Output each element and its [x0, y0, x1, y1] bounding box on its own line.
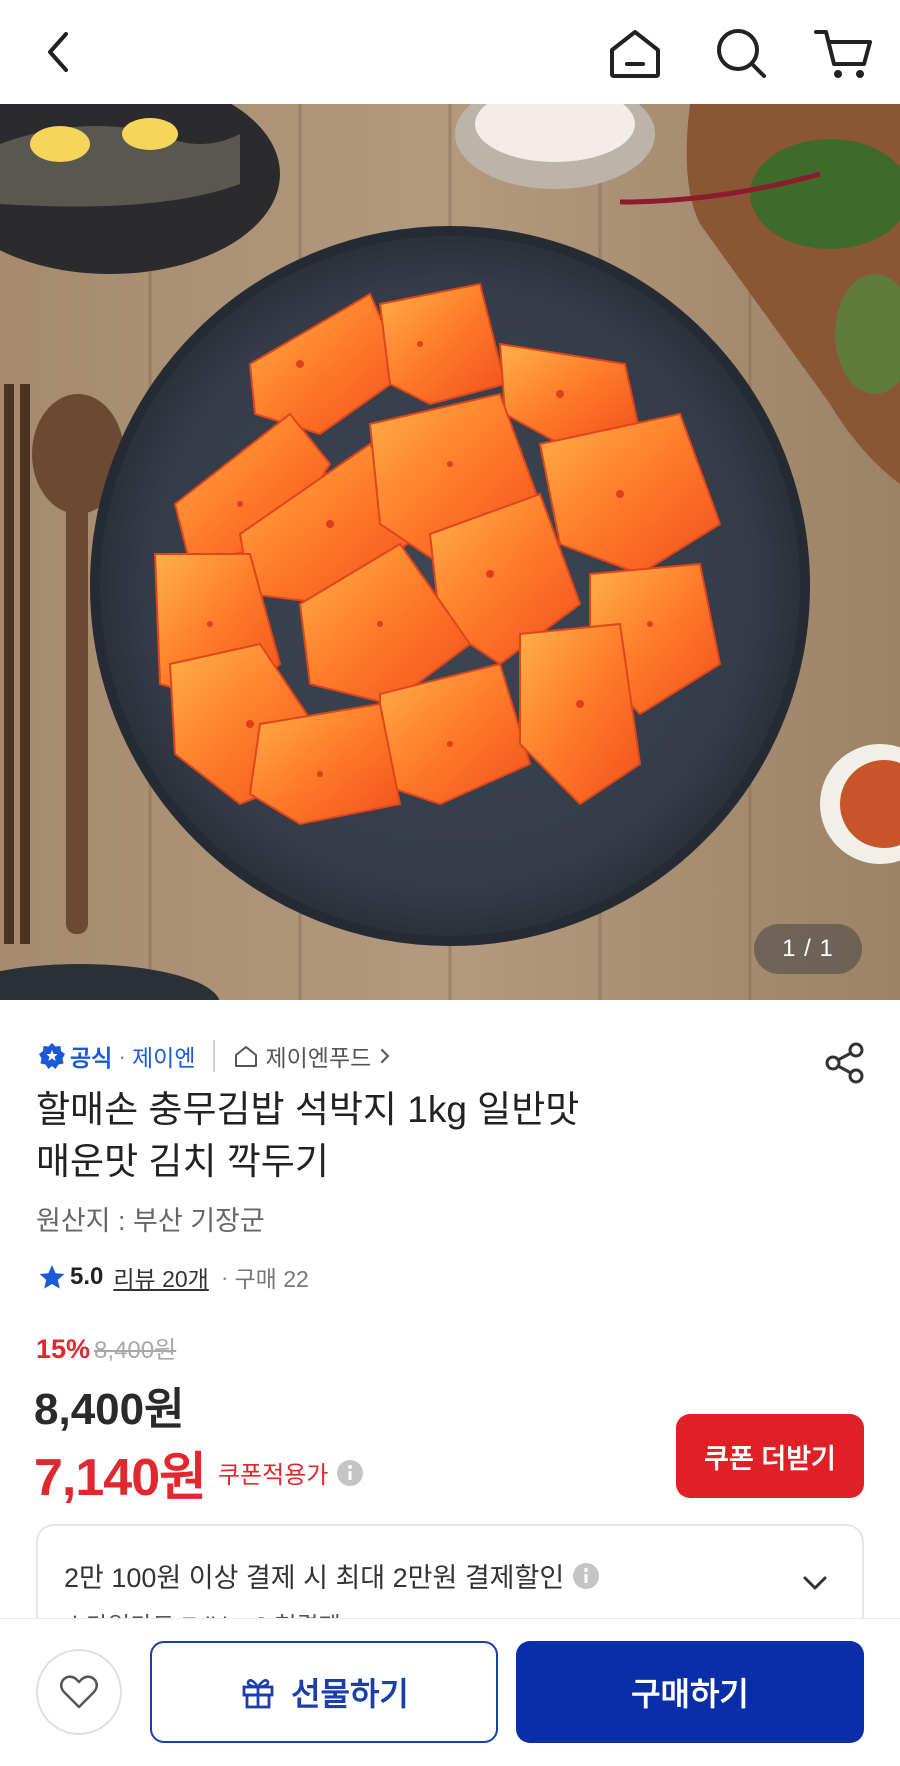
official-badge: 공식: [38, 1039, 112, 1073]
gift-label: 선물하기: [291, 1676, 409, 1712]
share-icon: [825, 1042, 864, 1084]
gift-button[interactable]: 선물하기: [150, 1641, 498, 1743]
home-icon: [610, 30, 660, 78]
store-link[interactable]: 제이엔푸드: [233, 1039, 393, 1073]
info-icon[interactable]: [336, 1459, 364, 1487]
cart-icon: [814, 30, 872, 78]
product-image-gallery[interactable]: 1 / 1: [0, 104, 900, 1000]
product-title-line1: 할매손 충무김밥 석박지 1kg 일반맛: [36, 1089, 580, 1130]
purchase-count: 구매 22: [234, 1266, 309, 1292]
product-title: 할매손 충무김밥 석박지 1kg 일반맛 매운맛 김치 깍두기: [36, 1084, 796, 1188]
store-home-icon: [235, 1046, 258, 1067]
star-icon: [39, 1265, 65, 1289]
search-icon: [717, 29, 766, 78]
image-counter: 1 / 1: [754, 924, 862, 974]
chevron-left-icon: [48, 32, 68, 72]
info-icon[interactable]: [572, 1562, 600, 1590]
discount-row: 15% 8,400원: [36, 1330, 176, 1365]
promo-text-row: 2만 100원 이상 결제 시 최대 2만원 결제할인: [64, 1556, 600, 1595]
coupon-price-label: 쿠폰적용가: [217, 1462, 329, 1489]
divider: [213, 1040, 216, 1072]
rating-value: 5.0: [70, 1263, 104, 1290]
chevron-down-icon[interactable]: [798, 1566, 832, 1600]
product-origin: 원산지 : 부산 기장군: [36, 1206, 265, 1236]
coupon-price: 7,140원: [34, 1449, 207, 1507]
top-navigation-bar: [0, 0, 900, 104]
separator-dot: ·: [118, 1042, 126, 1069]
wishlist-button[interactable]: [36, 1649, 122, 1735]
share-button[interactable]: [822, 1040, 868, 1086]
discount-rate: 15%: [36, 1334, 91, 1364]
seller-info-row: 공식 · 제이엔 제이엔푸드: [38, 1036, 393, 1076]
original-price: 8,400원: [94, 1337, 177, 1364]
chevron-right-icon: [381, 1049, 390, 1063]
rating-row: 5.0 리뷰 20개 · 구매 22: [38, 1260, 309, 1294]
heart-icon: [60, 1675, 98, 1709]
buy-button[interactable]: 구매하기: [516, 1641, 864, 1743]
cart-button[interactable]: [808, 18, 878, 88]
gift-icon: [242, 1679, 274, 1709]
coupon-more-button[interactable]: 쿠폰 더받기: [676, 1414, 864, 1498]
brand-name[interactable]: 제이엔: [132, 1039, 195, 1073]
back-button[interactable]: [30, 22, 90, 82]
bottom-action-bar: 선물하기 구매하기: [0, 1618, 900, 1766]
product-photo: [0, 104, 900, 1000]
coupon-price-row: 7,140원 쿠폰적용가: [34, 1435, 364, 1510]
official-star-icon: [39, 1043, 65, 1069]
product-title-line2: 매운맛 김치 깍두기: [36, 1141, 329, 1182]
sale-price: 8,400원: [34, 1385, 185, 1434]
official-label: 공식: [70, 1045, 113, 1071]
search-button[interactable]: [706, 18, 776, 88]
store-name: 제이엔푸드: [265, 1045, 372, 1071]
separator-dot: ·: [220, 1263, 229, 1290]
promo-text: 2만 100원 이상 결제 시 최대 2만원 결제할인: [64, 1563, 565, 1593]
review-link[interactable]: 리뷰 20개: [113, 1260, 208, 1294]
home-button[interactable]: [600, 18, 670, 88]
